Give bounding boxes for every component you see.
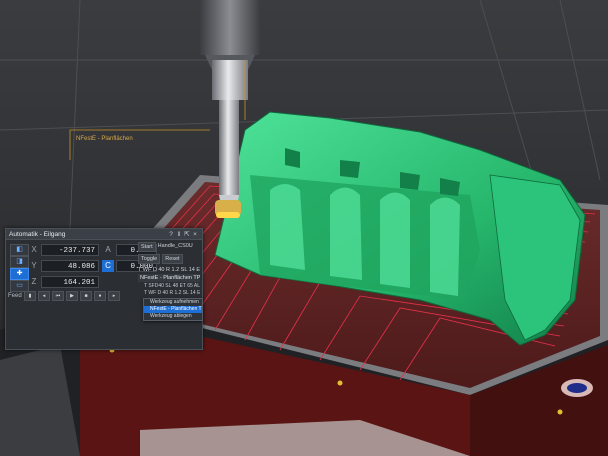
operation-tree: NFestE - Planflächen TP 5 T SFD40 SL 48 … [138, 274, 200, 297]
marker-1 [337, 380, 343, 386]
hole-right-inner [567, 383, 587, 393]
axis-label-x: X [31, 245, 37, 254]
reset-button[interactable]: Reset [162, 254, 183, 264]
start-button[interactable]: Start [138, 242, 156, 252]
help-icon[interactable]: ? [167, 231, 175, 238]
operation-overlay-label: NFestE - Planflächen [76, 136, 133, 142]
panel-titlebar[interactable]: Automatik - Eilgang ? ‖ ⇱ × [6, 229, 202, 240]
close-icon[interactable]: × [191, 231, 199, 238]
axis-value-x: -237.737 [41, 244, 99, 256]
axis-row-x: X -237.737 A 0.000 [28, 242, 157, 258]
tree-item[interactable]: T SFD40 SL 48 ET 65 AL 98 GL [138, 283, 200, 290]
axis-value-z: 164.201 [41, 276, 99, 288]
spindle-head [200, 0, 260, 55]
axis-label-z: Z [31, 277, 37, 286]
axis-label-y: Y [31, 261, 37, 270]
stop-icon[interactable]: ■ [80, 291, 92, 301]
handle-label: Handle_CS0U [157, 243, 193, 249]
step-back-icon[interactable]: ◂ [38, 291, 50, 301]
play-icon[interactable]: ▶ [66, 291, 78, 301]
record-icon[interactable]: ● [94, 291, 106, 301]
program-panel: Start Handle_CS0U Toggle Reset T WF D 40… [138, 242, 200, 346]
mode-button-1[interactable]: ◧ [10, 244, 29, 256]
jog-plus-button[interactable]: ✚ [10, 268, 29, 280]
automatic-mode-panel: Automatik - Eilgang ? ‖ ⇱ × ◧ ◨ ✚ ▭ X -2… [5, 228, 203, 350]
step-forward-icon[interactable]: ▸ [108, 291, 120, 301]
mode-button-2[interactable]: ◨ [10, 256, 29, 268]
pin-icon[interactable]: ‖ [175, 231, 183, 238]
tree-item[interactable]: T WF D 40 R 1.2 SL 14 ET 40 Al [138, 290, 200, 297]
context-menu: Werkzeug aufnehmen NFestE - Planflächen … [143, 298, 203, 321]
axis-value-y: 48.086 [41, 260, 99, 272]
axis-label-a: A [105, 245, 111, 254]
axis-row-z: Z 164.201 [28, 274, 138, 290]
axis-label-c[interactable]: C [102, 260, 114, 272]
menu-item-pick-tool[interactable]: Werkzeug aufnehmen [144, 299, 202, 306]
toggle-button[interactable]: Toggle [138, 254, 161, 264]
undock-icon[interactable]: ⇱ [183, 230, 191, 238]
marker-2 [557, 409, 563, 415]
skip-back-icon[interactable]: ⏮ [52, 291, 64, 301]
menu-item-drop-tool[interactable]: Werkzeug ablegen [144, 313, 202, 320]
tree-section-title[interactable]: NFestE - Planflächen TP 5 [138, 274, 200, 282]
axis-row-y: Y 48.086 C 0.000 [28, 258, 157, 274]
panel-title: Automatik - Eilgang [9, 230, 66, 238]
tool-line: T WF D 40 R 1.2 SL 14 ET 40 AL 5 [138, 267, 200, 273]
menu-item-operation[interactable]: NFestE - Planflächen TP 5 [144, 306, 202, 313]
feed-slider-icon[interactable]: ▮ [24, 291, 36, 301]
feed-controls: Feed ▮ ◂ ⏮ ▶ ■ ● ▸ [8, 291, 136, 301]
feed-label: Feed [8, 293, 22, 299]
